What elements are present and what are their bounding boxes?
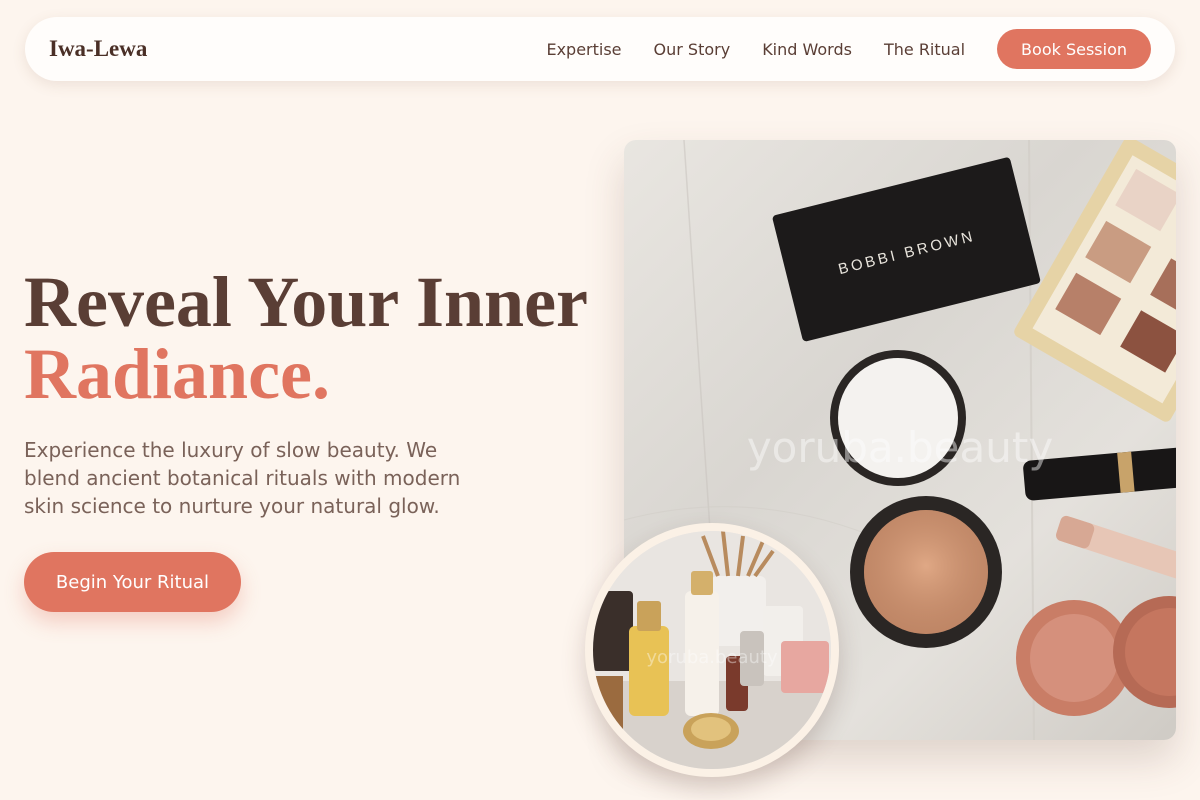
hero-subtitle: Experience the luxury of slow beauty. We…: [24, 438, 461, 518]
nav-link-the-ritual[interactable]: The Ritual: [884, 40, 965, 59]
landing-page: Iwa-Lewa Expertise Our Story Kind Words …: [0, 0, 1200, 800]
book-session-button[interactable]: Book Session: [997, 29, 1151, 69]
cosmetics-collection-illustration: yoruba.beauty: [593, 531, 831, 769]
main-image-watermark: yoruba.beauty: [747, 423, 1053, 472]
nav-links: Expertise Our Story Kind Words The Ritua…: [514, 29, 1151, 69]
hero-title-accent: Radiance.: [24, 334, 330, 414]
hero-title: Reveal Your Inner Radiance.: [24, 266, 604, 410]
brand-logo[interactable]: Iwa-Lewa: [49, 36, 147, 62]
round-image-watermark: yoruba.beauty: [646, 647, 778, 668]
nav-link-expertise[interactable]: Expertise: [546, 40, 621, 59]
nav-link-kind-words[interactable]: Kind Words: [762, 40, 852, 59]
begin-ritual-button[interactable]: Begin Your Ritual: [24, 552, 241, 612]
navbar: Iwa-Lewa Expertise Our Story Kind Words …: [25, 17, 1175, 81]
hero-round-image: yoruba.beauty: [585, 523, 839, 777]
hero-title-line1: Reveal Your Inner: [24, 262, 588, 342]
nav-link-our-story[interactable]: Our Story: [654, 40, 731, 59]
